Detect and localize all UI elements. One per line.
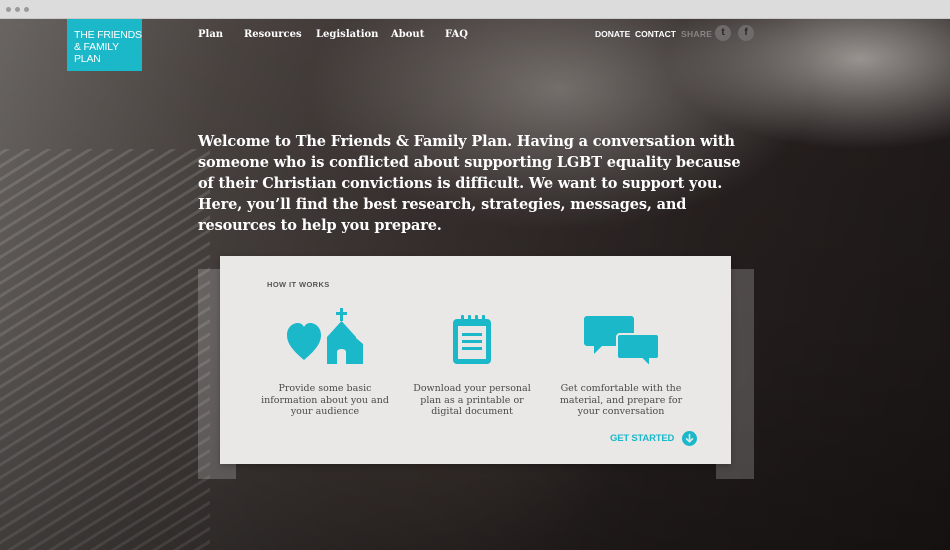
heart-church-icon (287, 308, 363, 364)
nav-plan[interactable]: Plan (198, 29, 223, 40)
facebook-icon[interactable]: f (738, 25, 754, 41)
logo-text: THE FRIENDS & FAMILY PLAN (74, 29, 142, 65)
get-started-label: GET STARTED (610, 433, 675, 444)
step-2-text: Download your personal plan as a printab… (413, 383, 531, 417)
step-1-text: Provide some basic information about you… (261, 383, 389, 417)
chat-bubbles-icon (584, 316, 660, 368)
step-3-text: Get comfortable with the material, and p… (559, 383, 683, 417)
nav-legislation[interactable]: Legislation (316, 29, 378, 40)
intro-text: Welcome to The Friends & Family Plan. Ha… (198, 133, 741, 234)
how-it-works-heading: HOW IT WORKS (267, 280, 330, 289)
how-it-works-card: HOW IT WORKS Provide some basic informat… (220, 256, 731, 464)
contact-link[interactable]: CONTACT (635, 29, 676, 39)
share-label: SHARE (681, 29, 713, 39)
donate-link[interactable]: DONATE (595, 29, 630, 39)
window-dot (24, 7, 29, 12)
window-dot (6, 7, 11, 12)
nav-resources[interactable]: Resources (244, 29, 302, 40)
get-started-button[interactable]: GET STARTED (610, 431, 698, 446)
nav-faq[interactable]: FAQ (445, 29, 468, 40)
site-logo[interactable]: THE FRIENDS & FAMILY PLAN (67, 19, 142, 71)
twitter-icon[interactable]: t (715, 25, 731, 41)
nav-about[interactable]: About (391, 29, 424, 40)
arrow-down-circle-icon (682, 431, 698, 446)
browser-chrome (0, 0, 950, 19)
window-dot (15, 7, 20, 12)
notepad-icon (453, 315, 491, 364)
